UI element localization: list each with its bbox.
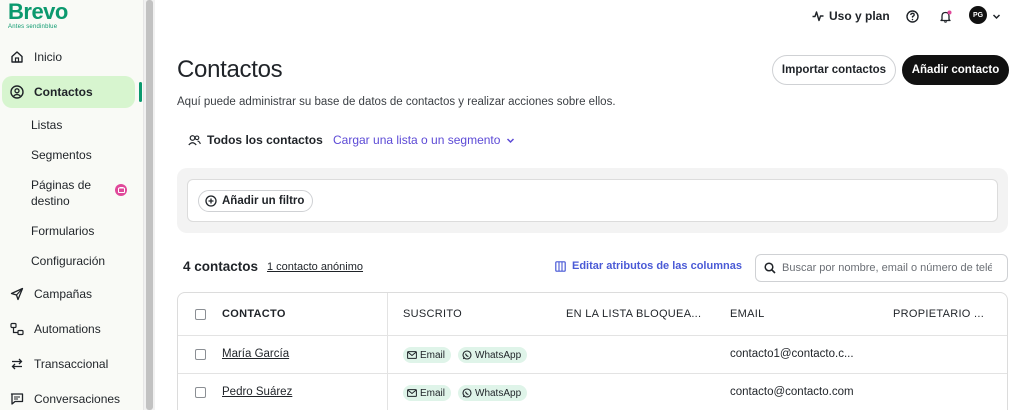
page-title: Contactos bbox=[177, 56, 283, 83]
sidebar-item-label: Contactos bbox=[34, 85, 93, 99]
brand-logo[interactable]: Brevo Antes sendinblue bbox=[8, 0, 68, 31]
contact-email: contacto@contacto.com bbox=[730, 386, 854, 398]
avatar[interactable]: PG bbox=[969, 6, 987, 24]
edit-columns-button[interactable]: Editar atributos de las columnas bbox=[555, 260, 742, 272]
contacts-count: 4 contactos bbox=[183, 259, 259, 274]
sidebar-item-contactos[interactable]: Contactos bbox=[2, 76, 135, 108]
table-row[interactable]: Pedro Suárez Email WhatsApp contacto@con… bbox=[178, 374, 1007, 410]
sidebar-scrollbar-thumb[interactable] bbox=[146, 0, 153, 410]
plus-circle-icon bbox=[205, 195, 217, 207]
usage-plan-link[interactable]: Uso y plan bbox=[812, 7, 890, 25]
edit-columns-label: Editar atributos de las columnas bbox=[572, 260, 742, 272]
contact-name-link[interactable]: Pedro Suárez bbox=[222, 386, 292, 398]
sidebar: Brevo Antes sendinblue Inicio Contactos … bbox=[0, 0, 143, 410]
contact-name-link[interactable]: María García bbox=[222, 348, 289, 360]
subscribed-email-chip: Email bbox=[403, 347, 452, 363]
import-contacts-button[interactable]: Importar contactos bbox=[772, 55, 896, 85]
chip-label: WhatsApp bbox=[475, 349, 522, 361]
brand-subtitle: Antes sendinblue bbox=[8, 24, 58, 30]
row-checkbox[interactable] bbox=[195, 349, 206, 360]
new-badge-icon bbox=[115, 184, 127, 196]
select-all-checkbox[interactable] bbox=[195, 309, 206, 320]
anonymous-contact-link[interactable]: 1 contacto anónimo bbox=[267, 261, 363, 273]
sidebar-item-label: Campañas bbox=[34, 287, 93, 301]
column-header-propietario[interactable]: PROPIETARIO ... bbox=[893, 308, 984, 320]
search-box[interactable] bbox=[755, 254, 1008, 282]
notifications-button[interactable] bbox=[939, 7, 952, 25]
help-button[interactable] bbox=[906, 7, 919, 25]
sidebar-item-label: Inicio bbox=[34, 50, 63, 64]
usage-plan-label: Uso y plan bbox=[829, 9, 890, 23]
sidebar-subitem-segmentos[interactable]: Segmentos bbox=[31, 147, 92, 163]
sidebar-subitem-formularios[interactable]: Formularios bbox=[31, 223, 94, 239]
sidebar-subitem-label-line2: destino bbox=[31, 194, 70, 208]
chevron-down-icon bbox=[992, 12, 1001, 21]
chip-label: Email bbox=[420, 349, 446, 361]
page-description: Aquí puede administrar su base de datos … bbox=[177, 96, 616, 108]
home-icon bbox=[9, 49, 25, 65]
whatsapp-icon bbox=[462, 350, 472, 360]
brand-name: Brevo bbox=[8, 0, 68, 24]
sidebar-subitem-paginas-destino[interactable]: Páginas de destino bbox=[31, 177, 91, 209]
sidebar-item-conversaciones[interactable]: Conversaciones bbox=[2, 383, 135, 410]
column-header-lista-bloqueados[interactable]: EN LA LISTA BLOQUEA... bbox=[566, 308, 701, 320]
sidebar-subitem-listas[interactable]: Listas bbox=[31, 117, 62, 133]
chat-icon bbox=[9, 391, 25, 407]
row-checkbox[interactable] bbox=[195, 387, 206, 398]
send-icon bbox=[9, 286, 25, 302]
email-icon bbox=[407, 351, 417, 359]
email-icon bbox=[407, 389, 417, 397]
load-list-segment-dropdown[interactable]: Cargar una lista o un segmento bbox=[333, 133, 515, 147]
sidebar-item-transaccional[interactable]: Transaccional bbox=[2, 348, 135, 380]
table-header: CONTACTO SUSCRITO EN LA LISTA BLOQUEA...… bbox=[178, 293, 1007, 336]
whatsapp-icon bbox=[462, 388, 472, 398]
contact-circle-icon bbox=[9, 84, 25, 100]
sidebar-subitem-configuracion[interactable]: Configuración bbox=[31, 253, 105, 269]
help-icon bbox=[906, 9, 919, 23]
search-icon bbox=[764, 262, 776, 274]
subscribed-email-chip: Email bbox=[403, 385, 452, 401]
subscribed-whatsapp-chip: WhatsApp bbox=[458, 347, 528, 363]
sidebar-item-label: Conversaciones bbox=[34, 392, 121, 406]
add-filter-button[interactable]: Añadir un filtro bbox=[198, 190, 314, 212]
columns-icon bbox=[555, 260, 566, 272]
column-header-suscrito[interactable]: SUSCRITO bbox=[403, 308, 462, 320]
sidebar-item-label: Automations bbox=[34, 322, 101, 336]
add-filter-label: Añadir un filtro bbox=[222, 195, 305, 207]
all-contacts-tab[interactable]: Todos los contactos bbox=[188, 133, 323, 147]
contact-email: contacto1@contacto.c... bbox=[730, 348, 854, 360]
chip-label: WhatsApp bbox=[475, 387, 522, 399]
sidebar-item-inicio[interactable]: Inicio bbox=[2, 41, 135, 73]
sidebar-subitem-label-line1: Páginas de bbox=[31, 178, 92, 192]
automation-icon bbox=[9, 321, 25, 337]
activity-icon bbox=[812, 10, 824, 22]
column-header-email[interactable]: EMAIL bbox=[730, 308, 765, 320]
load-list-label: Cargar una lista o un segmento bbox=[333, 133, 501, 147]
search-input[interactable] bbox=[782, 262, 992, 274]
transfer-icon bbox=[9, 356, 25, 372]
sidebar-item-campanas[interactable]: Campañas bbox=[2, 278, 135, 310]
all-contacts-label: Todos los contactos bbox=[207, 133, 323, 147]
add-contact-button[interactable]: Añadir contacto bbox=[902, 55, 1009, 85]
bell-icon bbox=[939, 10, 952, 23]
sidebar-item-label: Transaccional bbox=[34, 357, 109, 371]
contacts-table: CONTACTO SUSCRITO EN LA LISTA BLOQUEA...… bbox=[177, 292, 1008, 410]
chevron-down-icon bbox=[506, 136, 515, 145]
account-menu-toggle[interactable] bbox=[992, 7, 1001, 25]
users-icon bbox=[188, 134, 201, 146]
column-header-contacto[interactable]: CONTACTO bbox=[222, 308, 286, 320]
table-row[interactable]: María García Email WhatsApp contacto1@co… bbox=[178, 336, 1007, 374]
subscribed-whatsapp-chip: WhatsApp bbox=[458, 385, 528, 401]
chip-label: Email bbox=[420, 387, 446, 399]
sidebar-item-automations[interactable]: Automations bbox=[2, 313, 135, 345]
active-indicator bbox=[139, 82, 142, 102]
